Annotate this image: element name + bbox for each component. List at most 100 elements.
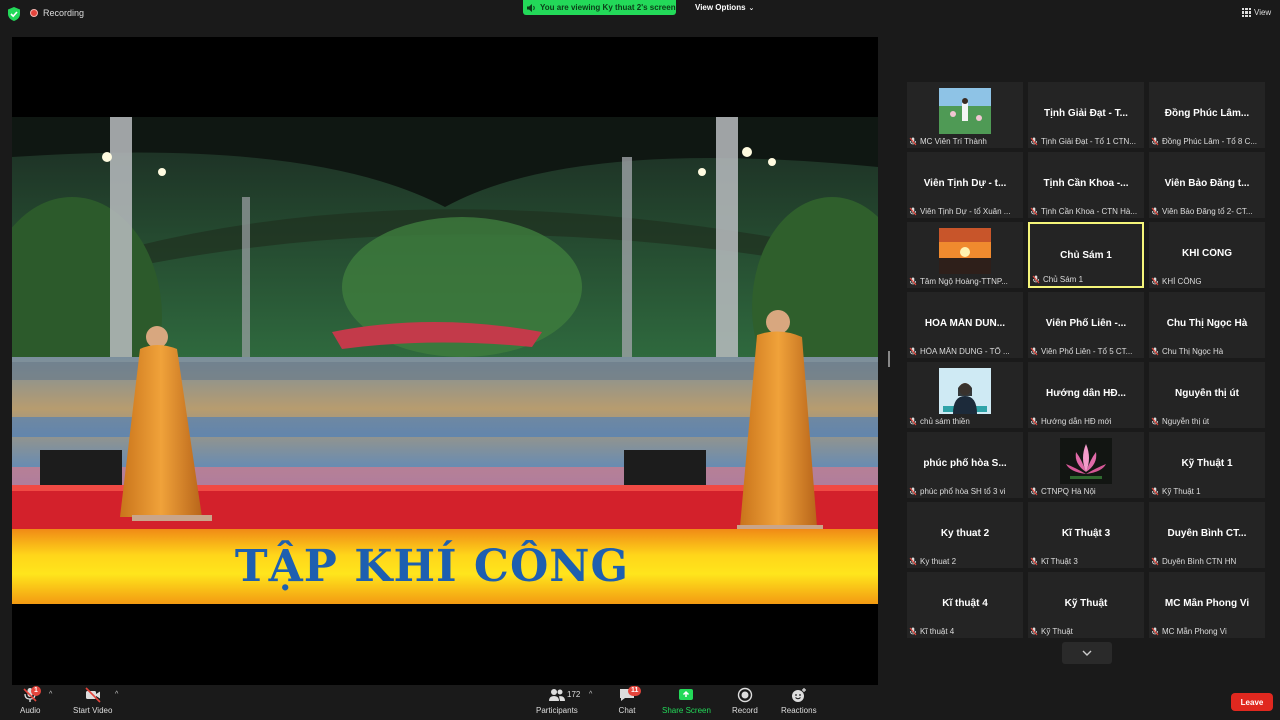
- start-video-label: Start Video: [73, 706, 113, 715]
- reactions-smiley-icon: [791, 688, 806, 702]
- participant-display-name: Chủ Sám 1: [1060, 250, 1112, 261]
- recording-indicator[interactable]: Recording: [30, 8, 84, 18]
- chat-label: Chat: [618, 706, 636, 715]
- participant-name-label: Viên Bảo Đăng tổ 2- CT...: [1151, 207, 1263, 216]
- reactions-label: Reactions: [781, 706, 817, 715]
- participant-display-name: Duyên Bình CT...: [1167, 528, 1247, 539]
- participant-name-label: Ky thuat 2: [909, 557, 1021, 566]
- chevron-down-icon: [1082, 650, 1092, 656]
- participant-footer-name: Viên Phổ Liên - Tổ 5 CT...: [1041, 347, 1133, 356]
- audio-options-caret[interactable]: ^: [49, 691, 52, 698]
- participant-display-name: Hướng dẫn HĐ...: [1046, 388, 1126, 399]
- record-label: Record: [732, 706, 758, 715]
- participant-tile[interactable]: CTNPQ Hà Nội: [1028, 432, 1144, 498]
- meeting-toolbar: Audio 1 ^ Start Video ^ Participants 172…: [0, 685, 1280, 720]
- participant-tile[interactable]: Đồng Phúc Lâm... Đồng Phúc Lâm - Tổ 8 C..…: [1149, 82, 1265, 148]
- participant-display-name: Tịnh Cần Khoa -...: [1043, 178, 1129, 189]
- participant-tile[interactable]: Kĩ thuật 4 Kĩ thuật 4: [907, 572, 1023, 638]
- participant-video-thumbnail: [1060, 438, 1112, 484]
- viewing-banner-text: You are viewing Ky thuat 2's screen: [540, 3, 676, 12]
- microphone-muted-icon: [1030, 487, 1038, 496]
- participant-name-label: HÒA MẪN DUNG - TỔ ...: [909, 347, 1021, 356]
- participant-name-label: Chủ Sám 1: [1032, 275, 1140, 284]
- microphone-muted-icon: [909, 487, 917, 496]
- participant-display-name: Nguyễn thị út: [1175, 388, 1239, 399]
- microphone-muted-icon: [1151, 487, 1159, 496]
- participant-display-name: Viên Tịnh Dự - t...: [923, 178, 1007, 189]
- chat-button[interactable]: Chat 11: [618, 686, 642, 715]
- share-screen-button[interactable]: Share Screen: [662, 687, 711, 715]
- microphone-muted-icon: [1151, 417, 1159, 426]
- participant-name-label: Tịnh Cần Khoa - CTN Hà...: [1030, 207, 1142, 216]
- participant-tile[interactable]: KHÍ CÔNG KHÍ CÔNG: [1149, 222, 1265, 288]
- participants-options-caret[interactable]: ^: [589, 691, 592, 698]
- participant-footer-name: HÒA MẪN DUNG - TỔ ...: [920, 347, 1010, 356]
- participant-footer-name: CTNPQ Hà Nội: [1041, 487, 1096, 496]
- participants-count: 172: [567, 690, 581, 699]
- grid-view-icon: [1242, 8, 1251, 17]
- participant-name-label: MC Mẫn Phong Vi: [1151, 627, 1263, 636]
- participant-footer-name: Kỹ Thuật: [1041, 627, 1073, 636]
- participant-display-name: phúc phổ hòa S...: [923, 458, 1007, 469]
- participant-tile[interactable]: Nguyễn thị út Nguyễn thị út: [1149, 362, 1265, 428]
- security-shield-icon[interactable]: [8, 7, 20, 21]
- microphone-muted-icon: [1151, 137, 1159, 146]
- participant-tile[interactable]: HÒA MẪN DUN... HÒA MẪN DUNG - TỔ ...: [907, 292, 1023, 358]
- microphone-muted-icon: [1030, 207, 1038, 216]
- participant-footer-name: KHÍ CÔNG: [1162, 277, 1202, 286]
- participant-tile[interactable]: Viên Phổ Liên -... Viên Phổ Liên - Tổ 5 C…: [1028, 292, 1144, 358]
- participant-tile[interactable]: Kỹ Thuật 1 Kỹ Thuật 1: [1149, 432, 1265, 498]
- participant-footer-name: Nguyễn thị út: [1162, 417, 1210, 426]
- participant-tile[interactable]: chủ sám thiền: [907, 362, 1023, 428]
- participant-video-thumbnail: [939, 368, 991, 414]
- participant-footer-name: MC Viên Trí Thành: [920, 137, 987, 146]
- participant-tile[interactable]: Kĩ Thuật 3 Kĩ Thuật 3: [1028, 502, 1144, 568]
- microphone-muted-icon: [1030, 347, 1038, 356]
- participant-name-label: CTNPQ Hà Nội: [1030, 487, 1142, 496]
- participant-footer-name: phúc phổ hòa SH tổ 3 vi: [920, 487, 1006, 496]
- video-camera-off-icon: [85, 687, 101, 703]
- microphone-muted-icon: [1151, 557, 1159, 566]
- viewing-screen-banner: You are viewing Ky thuat 2's screen: [523, 0, 676, 15]
- panel-resize-handle[interactable]: [888, 351, 890, 367]
- video-options-caret[interactable]: ^: [115, 691, 118, 698]
- participant-tile[interactable]: Hướng dẫn HĐ... Hướng dẫn HĐ mới: [1028, 362, 1144, 428]
- microphone-muted-icon: [909, 417, 917, 426]
- view-options-button[interactable]: View Options ⌄: [695, 3, 754, 12]
- audio-button[interactable]: Audio 1: [20, 686, 41, 715]
- participant-name-label: Duyên Bình CTN HN: [1151, 557, 1263, 566]
- participant-footer-name: Đồng Phúc Lâm - Tổ 8 C...: [1162, 137, 1258, 146]
- participant-video-thumbnail: [939, 228, 991, 274]
- participant-tile[interactable]: Ky thuat 2 Ky thuat 2: [907, 502, 1023, 568]
- participant-name-label: Kỹ Thuật 1: [1151, 487, 1263, 496]
- participant-tile[interactable]: Viên Bảo Đăng t... Viên Bảo Đăng tổ 2- CT…: [1149, 152, 1265, 218]
- reactions-button[interactable]: Reactions: [781, 687, 817, 715]
- record-button[interactable]: Record: [732, 687, 758, 715]
- participant-footer-name: Chu Thị Ngọc Hà: [1162, 347, 1224, 356]
- participant-tile[interactable]: Tâm Ngộ Hoàng-TTNP...: [907, 222, 1023, 288]
- participant-tile[interactable]: phúc phổ hòa S... phúc phổ hòa SH tổ 3 vi: [907, 432, 1023, 498]
- participant-name-label: Đồng Phúc Lâm - Tổ 8 C...: [1151, 137, 1263, 146]
- participant-name-label: Kĩ Thuật 3: [1030, 557, 1142, 566]
- participant-name-label: Viên Tịnh Dự - tổ Xuân ...: [909, 207, 1021, 216]
- view-button[interactable]: View: [1242, 8, 1271, 17]
- participant-display-name: Tịnh Giải Đạt - T...: [1044, 108, 1128, 119]
- leave-button[interactable]: Leave: [1231, 693, 1273, 711]
- participant-tile[interactable]: MC Mẫn Phong Vi MC Mẫn Phong Vi: [1149, 572, 1265, 638]
- shared-screen[interactable]: TẬP KHÍ CÔNG: [12, 37, 878, 685]
- participant-name-label: Nguyễn thị út: [1151, 417, 1263, 426]
- participant-tile[interactable]: Tịnh Giải Đạt - T... Tịnh Giải Đạt - Tổ 1…: [1028, 82, 1144, 148]
- participant-tile[interactable]: Duyên Bình CT... Duyên Bình CTN HN: [1149, 502, 1265, 568]
- participant-display-name: Kĩ Thuật 3: [1061, 528, 1111, 539]
- participant-tile[interactable]: Chu Thị Ngọc Hà Chu Thị Ngọc Hà: [1149, 292, 1265, 358]
- start-video-button[interactable]: Start Video: [73, 687, 112, 715]
- participant-tile[interactable]: Viên Tịnh Dự - t... Viên Tịnh Dự - tổ Xuâ…: [907, 152, 1023, 218]
- participant-tile[interactable]: Chủ Sám 1 Chủ Sám 1: [1028, 222, 1144, 288]
- participant-footer-name: MC Mẫn Phong Vi: [1162, 627, 1227, 636]
- participant-tile[interactable]: MC Viên Trí Thành: [907, 82, 1023, 148]
- participant-tile[interactable]: Kỹ Thuật Kỹ Thuật: [1028, 572, 1144, 638]
- participant-display-name: Kĩ thuật 4: [942, 598, 988, 609]
- share-screen-icon: [679, 689, 694, 700]
- participant-tile[interactable]: Tịnh Cần Khoa -... Tịnh Cần Khoa - CTN Hà…: [1028, 152, 1144, 218]
- gallery-next-page-button[interactable]: [1062, 642, 1112, 664]
